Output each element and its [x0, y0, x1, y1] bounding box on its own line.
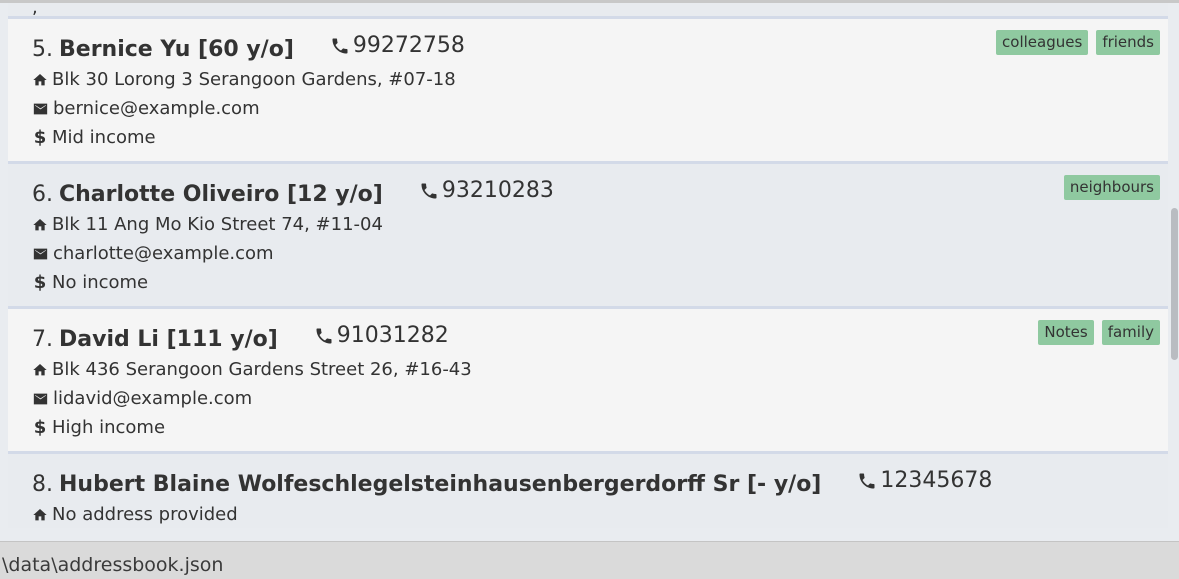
person-phone-number: 99272758	[352, 33, 465, 58]
person-address-text: Blk 11 Ang Mo Kio Street 74, #11-04	[52, 214, 383, 235]
person-list-view[interactable]: , 5. Bernice Yu [60 y/o] 99272758 Blk 30…	[0, 3, 1179, 528]
person-email-text: bernice@example.com	[53, 98, 260, 119]
person-address: Blk 11 Ang Mo Kio Street 74, #11-04	[32, 214, 383, 235]
person-income: $ Mid income	[32, 127, 156, 148]
person-email-text: charlotte@example.com	[53, 243, 274, 264]
person-name-line: 5. Bernice Yu [60 y/o] 99272758	[32, 33, 465, 62]
app-window: , 5. Bernice Yu [60 y/o] 99272758 Blk 30…	[0, 0, 1179, 579]
phone-icon	[332, 38, 348, 53]
person-email: charlotte@example.com	[32, 243, 274, 264]
tag: family	[1101, 320, 1160, 345]
dollar-icon: $	[33, 417, 47, 438]
person-name-line: 7. David Li [111 y/o] 91031282	[32, 323, 449, 352]
person-address-text: Blk 436 Serangoon Gardens Street 26, #16…	[52, 359, 472, 380]
phone-icon	[316, 328, 332, 343]
person-name-line: 8. Hubert Blaine Wolfeschlegelsteinhause…	[32, 468, 992, 497]
tag: colleagues	[996, 30, 1089, 55]
person-tags: Notes family	[1038, 320, 1160, 345]
list-scrollbar-thumb[interactable]	[1171, 208, 1178, 360]
person-address-text: No address provided	[52, 504, 238, 525]
phone-icon	[859, 473, 875, 488]
save-location-path: \data\addressbook.json	[2, 554, 224, 576]
home-icon	[33, 218, 47, 230]
person-card[interactable]: ,	[8, 3, 1168, 19]
person-tags: neighbours	[1063, 175, 1160, 200]
person-name-line: 6. Charlotte Oliveiro [12 y/o] 93210283	[32, 178, 554, 207]
person-address: Blk 436 Serangoon Gardens Street 26, #16…	[32, 359, 472, 380]
person-address-text: Blk 30 Lorong 3 Serangoon Gardens, #07-1…	[52, 69, 456, 90]
person-name: David Li [111 y/o]	[59, 326, 278, 352]
person-email: lidavid@example.com	[32, 388, 252, 409]
person-phone: 91031282	[314, 323, 449, 348]
person-tags: colleagues friends	[996, 30, 1160, 55]
person-card[interactable]: 7. David Li [111 y/o] 91031282 Blk 436 S…	[8, 309, 1168, 454]
person-income-text: No income	[52, 272, 149, 293]
tag: Notes	[1038, 320, 1094, 345]
home-icon	[33, 73, 47, 85]
person-income-text: Mid income	[52, 127, 156, 148]
mail-icon	[33, 393, 48, 404]
person-address: No address provided	[32, 504, 238, 525]
person-name: Charlotte Oliveiro [12 y/o]	[59, 181, 383, 207]
person-card[interactable]: 5. Bernice Yu [60 y/o] 99272758 Blk 30 L…	[8, 19, 1168, 164]
person-phone: 99272758	[330, 33, 465, 58]
person-list: , 5. Bernice Yu [60 y/o] 99272758 Blk 30…	[8, 3, 1168, 528]
person-email: bernice@example.com	[32, 98, 260, 119]
status-bar: \data\addressbook.json	[0, 541, 1179, 579]
mail-icon	[33, 103, 48, 114]
person-phone-number: 91031282	[336, 323, 449, 348]
person-phone: 12345678	[857, 468, 992, 493]
person-income: $ High income	[32, 417, 165, 438]
tag: neighbours	[1063, 175, 1160, 200]
person-card[interactable]: 8. Hubert Blaine Wolfeschlegelsteinhause…	[8, 454, 1168, 528]
person-card[interactable]: 6. Charlotte Oliveiro [12 y/o] 93210283 …	[8, 164, 1168, 309]
list-scrollbar[interactable]	[1168, 3, 1179, 528]
person-income: $ No income	[32, 272, 148, 293]
list-bottom-gap	[0, 528, 1179, 541]
person-index: 6.	[32, 181, 53, 207]
person-index: 7.	[32, 326, 53, 352]
dollar-icon: $	[33, 127, 47, 148]
home-icon	[33, 508, 47, 520]
person-income-text: High income	[52, 417, 166, 438]
person-index: 5.	[32, 36, 53, 62]
mail-icon	[33, 248, 48, 259]
person-email-text: lidavid@example.com	[53, 388, 253, 409]
person-card-partial-text: ,	[32, 3, 38, 18]
phone-icon	[421, 183, 437, 198]
tag: friends	[1096, 30, 1160, 55]
person-name: Bernice Yu [60 y/o]	[59, 36, 294, 62]
person-address: Blk 30 Lorong 3 Serangoon Gardens, #07-1…	[32, 69, 456, 90]
person-phone-number: 93210283	[441, 178, 554, 203]
person-name: Hubert Blaine Wolfeschlegelsteinhausenbe…	[59, 471, 822, 497]
person-phone: 93210283	[419, 178, 554, 203]
person-index: 8.	[32, 471, 53, 497]
dollar-icon: $	[33, 272, 47, 293]
person-phone-number: 12345678	[880, 468, 993, 493]
home-icon	[33, 363, 47, 375]
